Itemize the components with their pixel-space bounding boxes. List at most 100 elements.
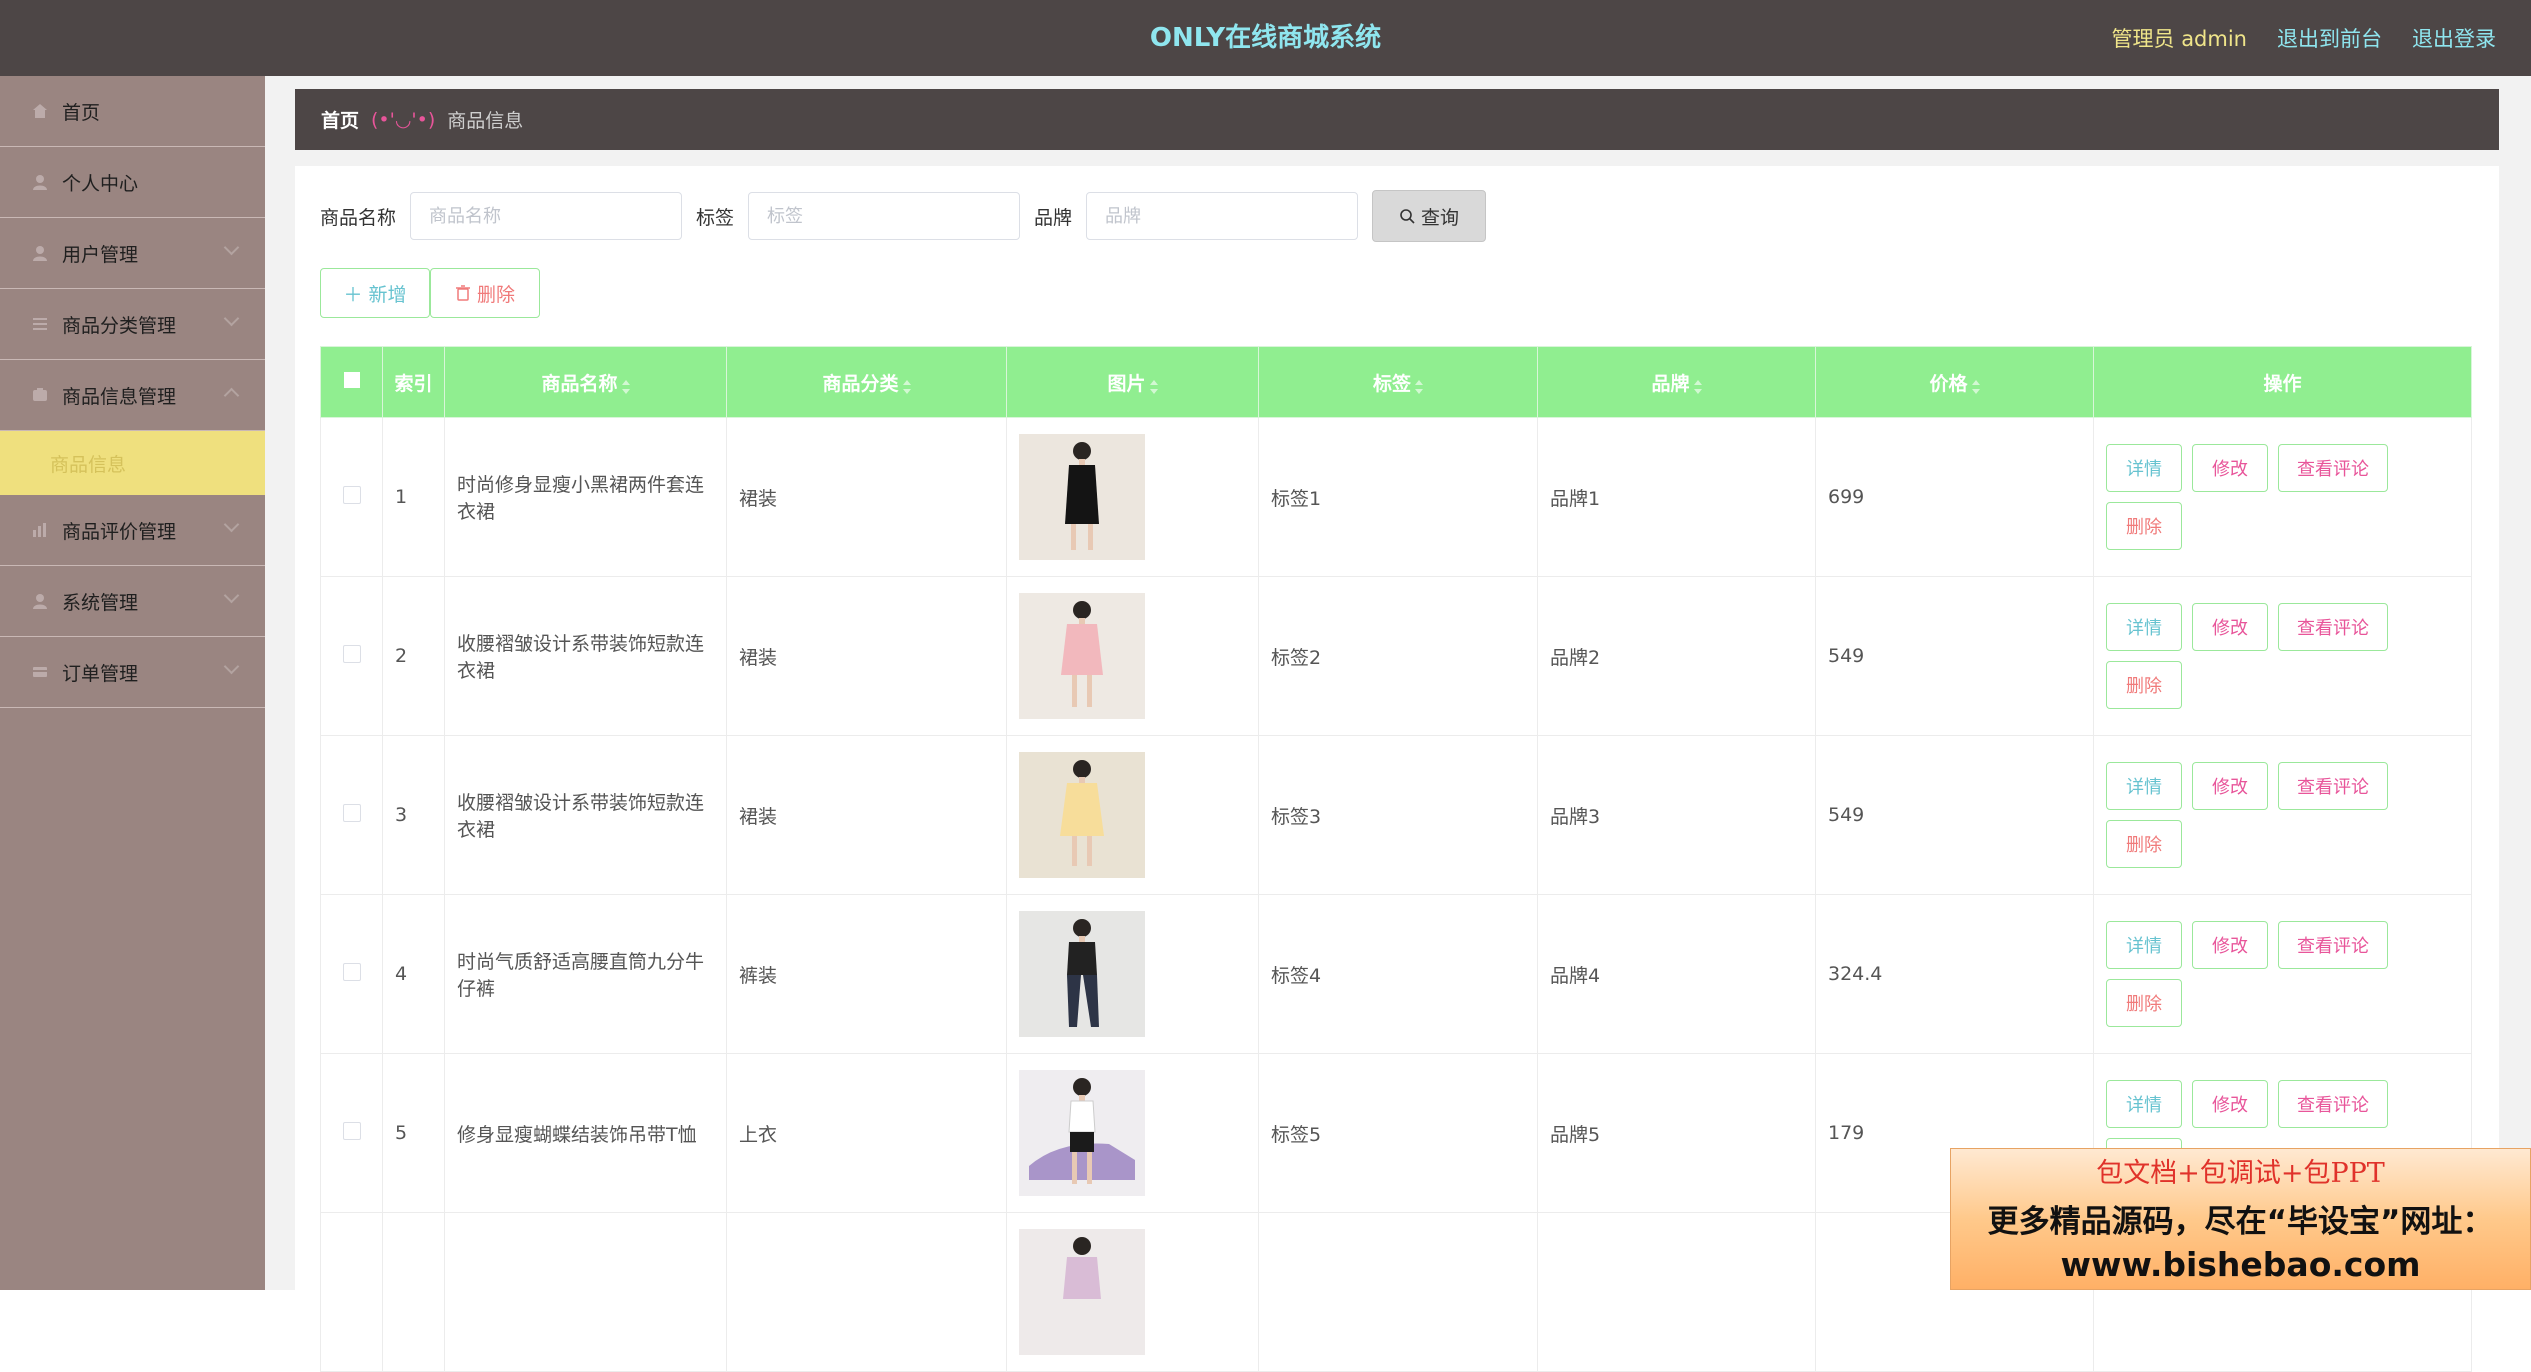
detail-button[interactable]: 详情 <box>2106 603 2182 651</box>
chevron-down-icon <box>223 516 240 533</box>
sidebar-item-label: 订单管理 <box>62 662 139 685</box>
sort-icon[interactable] <box>902 377 911 394</box>
sort-icon[interactable] <box>621 377 630 394</box>
column-header-price[interactable]: 价格 <box>1815 346 2094 418</box>
sidebar-item-reviews[interactable]: 商品评价管理 <box>0 495 265 566</box>
sidebar-item-category[interactable]: 商品分类管理 <box>0 289 265 360</box>
sidebar-item-label: 首页 <box>62 101 101 124</box>
edit-button[interactable]: 修改 <box>2192 1080 2268 1128</box>
column-header-category[interactable]: 商品分类 <box>726 346 1007 418</box>
sidebar-item-label: 商品信息管理 <box>62 385 177 408</box>
ad-line-1: 包文档+包调试+包PPT <box>2096 1158 2385 1189</box>
view-reviews-button[interactable]: 查看评论 <box>2278 1080 2388 1128</box>
image-cell <box>1006 735 1259 895</box>
sort-icon[interactable] <box>1415 377 1423 394</box>
sidebar-item-orders[interactable]: 订单管理 <box>0 637 265 708</box>
select-all-checkbox[interactable] <box>343 372 360 388</box>
row-checkbox[interactable] <box>342 803 361 822</box>
row-select-cell <box>320 576 383 736</box>
table-row: 2 收腰褶皱设计系带装饰短款连衣裙 裙装 标签2 品牌2 549 详情 修改 查… <box>320 576 2472 736</box>
product-image <box>1019 434 1145 560</box>
price-cell: 549 <box>1815 576 2094 736</box>
delete-button[interactable]: 删除 <box>2106 820 2182 868</box>
chevron-down-icon <box>223 587 240 604</box>
add-button[interactable]: ＋ 新增 <box>320 268 430 318</box>
delete-button[interactable]: 删除 <box>2106 502 2182 550</box>
toolbar: ＋ 新增 删除 <box>320 268 540 318</box>
sidebar-item-home[interactable]: 首页 <box>0 76 265 147</box>
column-header-name[interactable]: 商品名称 <box>444 346 727 418</box>
sidebar-item-label: 个人中心 <box>62 172 139 195</box>
edit-button[interactable]: 修改 <box>2192 762 2268 810</box>
back-to-front-link[interactable]: 退出到前台 <box>2277 23 2382 53</box>
actions-cell: 详情 修改 查看评论 删除 <box>2093 894 2472 1054</box>
table-row: 3 收腰褶皱设计系带装饰短款连衣裙 裙装 标签3 品牌3 549 详情 修改 查… <box>320 735 2472 895</box>
tag-label: 标签 <box>696 206 735 229</box>
row-checkbox[interactable] <box>342 485 361 504</box>
box-icon <box>30 385 50 405</box>
detail-button[interactable]: 详情 <box>2106 762 2182 810</box>
row-select-cell <box>320 894 383 1054</box>
tag-cell: 标签5 <box>1258 1053 1538 1213</box>
row-checkbox[interactable] <box>342 962 361 981</box>
name-search-input[interactable] <box>410 192 683 240</box>
sidebar-item-label: 用户管理 <box>62 243 139 266</box>
view-reviews-button[interactable]: 查看评论 <box>2278 444 2388 492</box>
user-icon <box>30 591 50 611</box>
price-cell: 699 <box>1815 417 2094 577</box>
breadcrumb-home[interactable]: 首页 <box>321 106 359 133</box>
edit-button[interactable]: 修改 <box>2192 444 2268 492</box>
sidebar-item-label: 商品分类管理 <box>62 314 177 337</box>
view-reviews-button[interactable]: 查看评论 <box>2278 603 2388 651</box>
name-cell: 时尚修身显瘦小黑裙两件套连衣裙 <box>444 417 727 577</box>
user-icon <box>30 243 50 263</box>
sort-icon[interactable] <box>1693 377 1702 394</box>
edit-button[interactable]: 修改 <box>2192 603 2268 651</box>
detail-button[interactable]: 详情 <box>2106 444 2182 492</box>
brand-search-input[interactable] <box>1086 192 1359 240</box>
sidebar: 首页 个人中心 用户管理 商品分类管理 商品信息管理 商品信息 商品评价管理 系… <box>0 76 265 1290</box>
header-label: 商品分类 <box>822 372 899 395</box>
sort-icon[interactable] <box>1971 377 1980 394</box>
index-cell <box>382 1212 445 1372</box>
batch-delete-button[interactable]: 删除 <box>430 268 540 318</box>
sidebar-item-users[interactable]: 用户管理 <box>0 218 265 289</box>
column-header-brand[interactable]: 品牌 <box>1537 346 1816 418</box>
tag-cell: 标签3 <box>1258 735 1538 895</box>
sidebar-item-profile[interactable]: 个人中心 <box>0 147 265 218</box>
row-checkbox[interactable] <box>342 1121 361 1140</box>
header-label: 价格 <box>1929 372 1968 395</box>
table-header-row: 索引 商品名称 商品分类 图片 标签 品牌 价格 操作 <box>320 346 2472 418</box>
order-icon <box>30 662 50 682</box>
delete-button[interactable]: 删除 <box>2106 661 2182 709</box>
row-checkbox[interactable] <box>342 644 361 663</box>
column-header-tag[interactable]: 标签 <box>1258 346 1538 418</box>
category-cell: 裤装 <box>726 894 1007 1054</box>
query-button[interactable]: 查询 <box>1372 190 1487 242</box>
sidebar-subitem-goods-info[interactable]: 商品信息 <box>0 431 265 495</box>
tag-cell <box>1258 1212 1538 1372</box>
column-header-image[interactable]: 图片 <box>1006 346 1259 418</box>
home-icon <box>30 101 50 121</box>
tag-cell: 标签2 <box>1258 576 1538 736</box>
sidebar-item-system[interactable]: 系统管理 <box>0 566 265 637</box>
sidebar-item-goods[interactable]: 商品信息管理 <box>0 360 265 431</box>
category-cell: 上衣 <box>726 1053 1007 1213</box>
logout-link[interactable]: 退出登录 <box>2412 23 2496 53</box>
edit-button[interactable]: 修改 <box>2192 921 2268 969</box>
image-cell <box>1006 894 1259 1054</box>
delete-button[interactable]: 删除 <box>2106 979 2182 1027</box>
detail-button[interactable]: 详情 <box>2106 1080 2182 1128</box>
view-reviews-button[interactable]: 查看评论 <box>2278 762 2388 810</box>
column-header-index: 索引 <box>382 346 445 418</box>
tag-search-input[interactable] <box>748 192 1021 240</box>
sidebar-item-label: 系统管理 <box>62 591 139 614</box>
view-reviews-button[interactable]: 查看评论 <box>2278 921 2388 969</box>
column-header-actions: 操作 <box>2093 346 2472 418</box>
admin-label: 管理员 admin <box>2111 27 2247 51</box>
sort-icon[interactable] <box>1149 377 1158 394</box>
trash-icon <box>455 285 471 301</box>
breadcrumb: 首页 (•'◡'•) 商品信息 <box>295 89 2499 150</box>
detail-button[interactable]: 详情 <box>2106 921 2182 969</box>
delete-button-label: 删除 <box>476 283 515 306</box>
